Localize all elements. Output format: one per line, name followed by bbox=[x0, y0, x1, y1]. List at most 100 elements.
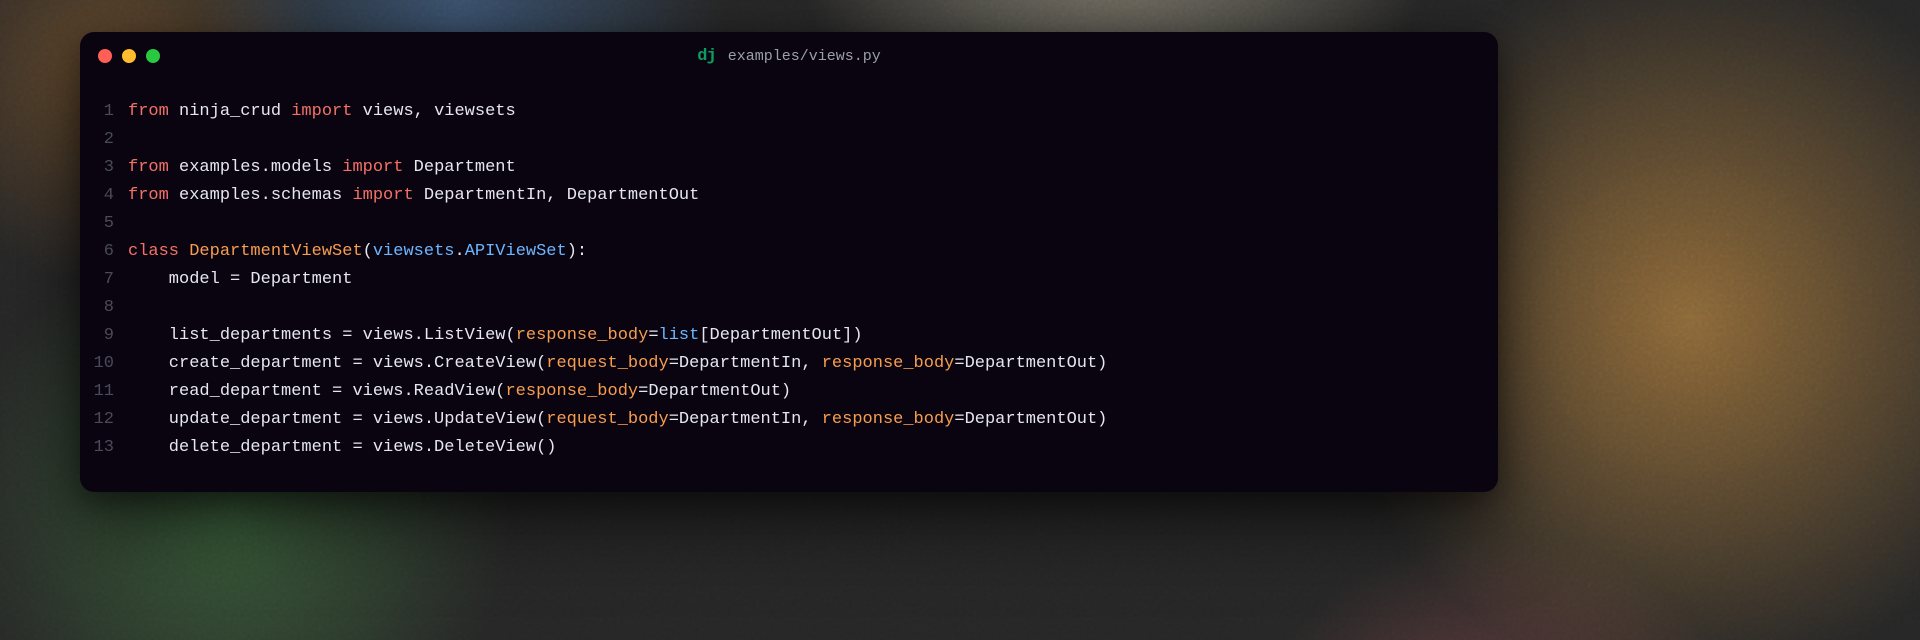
token: viewsets bbox=[373, 242, 455, 261]
code-line: 1from ninja_crud import views, viewsets bbox=[80, 98, 1498, 126]
code-line: 8 bbox=[80, 294, 1498, 322]
token: = bbox=[669, 354, 679, 373]
token: import bbox=[352, 186, 423, 205]
code-content: class DepartmentViewSet(viewsets.APIView… bbox=[128, 238, 587, 266]
token: delete_department bbox=[128, 438, 352, 457]
token: = bbox=[638, 382, 648, 401]
token: views.CreateView( bbox=[363, 354, 547, 373]
token: model bbox=[128, 270, 230, 289]
token: APIViewSet bbox=[465, 242, 567, 261]
token: from bbox=[128, 186, 179, 205]
line-number: 4 bbox=[80, 182, 128, 210]
line-number: 7 bbox=[80, 266, 128, 294]
token: response_body bbox=[505, 382, 638, 401]
line-number: 2 bbox=[80, 126, 128, 154]
line-number: 10 bbox=[80, 350, 128, 378]
token: examples.models bbox=[179, 158, 342, 177]
token: = bbox=[648, 326, 658, 345]
window-title: dj examples/views.py bbox=[697, 47, 880, 66]
token: from bbox=[128, 102, 179, 121]
code-line: 12 update_department = views.UpdateView(… bbox=[80, 406, 1498, 434]
token: = bbox=[669, 410, 679, 429]
code-content: read_department = views.ReadView(respons… bbox=[128, 378, 791, 406]
token: DepartmentIn, bbox=[679, 354, 822, 373]
token: = bbox=[954, 410, 964, 429]
token: response_body bbox=[516, 326, 649, 345]
token: examples.schemas bbox=[179, 186, 352, 205]
code-line: 3from examples.models import Department bbox=[80, 154, 1498, 182]
line-number: 8 bbox=[80, 294, 128, 322]
line-number: 5 bbox=[80, 210, 128, 238]
token: from bbox=[128, 158, 179, 177]
code-line: 11 read_department = views.ReadView(resp… bbox=[80, 378, 1498, 406]
token: import bbox=[342, 158, 413, 177]
code-window: dj examples/views.py 1from ninja_crud im… bbox=[80, 32, 1498, 492]
code-line: 10 create_department = views.CreateView(… bbox=[80, 350, 1498, 378]
code-line: 6class DepartmentViewSet(viewsets.APIVie… bbox=[80, 238, 1498, 266]
line-number: 3 bbox=[80, 154, 128, 182]
minimize-icon[interactable] bbox=[122, 49, 136, 63]
token: views, viewsets bbox=[363, 102, 516, 121]
token: views.ListView( bbox=[352, 326, 515, 345]
token: ninja_crud bbox=[179, 102, 291, 121]
token: update_department bbox=[128, 410, 352, 429]
django-icon: dj bbox=[697, 47, 715, 66]
code-line: 2 bbox=[80, 126, 1498, 154]
token: DepartmentIn, bbox=[679, 410, 822, 429]
token: response_body bbox=[822, 410, 955, 429]
traffic-lights bbox=[98, 49, 160, 63]
token: DepartmentOut) bbox=[648, 382, 791, 401]
window-titlebar: dj examples/views.py bbox=[80, 32, 1498, 80]
line-number: 13 bbox=[80, 434, 128, 462]
token: views.DeleteView() bbox=[363, 438, 557, 457]
code-content: list_departments = views.ListView(respon… bbox=[128, 322, 863, 350]
token: DepartmentViewSet bbox=[189, 242, 362, 261]
token: request_body bbox=[546, 410, 668, 429]
line-number: 1 bbox=[80, 98, 128, 126]
token: import bbox=[291, 102, 362, 121]
token: list bbox=[659, 326, 700, 345]
token: . bbox=[454, 242, 464, 261]
code-content: update_department = views.UpdateView(req… bbox=[128, 406, 1107, 434]
code-line: 5 bbox=[80, 210, 1498, 238]
token: views.ReadView( bbox=[342, 382, 505, 401]
token: create_department bbox=[128, 354, 352, 373]
line-number: 11 bbox=[80, 378, 128, 406]
token: list_departments bbox=[128, 326, 342, 345]
token: DepartmentOut) bbox=[965, 354, 1108, 373]
token: Department bbox=[240, 270, 352, 289]
code-editor: 1from ninja_crud import views, viewsets2… bbox=[80, 80, 1498, 486]
code-line: 9 list_departments = views.ListView(resp… bbox=[80, 322, 1498, 350]
token: = bbox=[352, 410, 362, 429]
token: = bbox=[230, 270, 240, 289]
token: class bbox=[128, 242, 189, 261]
token: DepartmentOut) bbox=[965, 410, 1108, 429]
token: = bbox=[352, 354, 362, 373]
token: DepartmentIn, DepartmentOut bbox=[424, 186, 699, 205]
code-content: from examples.schemas import DepartmentI… bbox=[128, 182, 699, 210]
token: = bbox=[352, 438, 362, 457]
token: ): bbox=[567, 242, 587, 261]
file-path: examples/views.py bbox=[728, 48, 881, 65]
token: = bbox=[332, 382, 342, 401]
token: response_body bbox=[822, 354, 955, 373]
code-line: 4from examples.schemas import Department… bbox=[80, 182, 1498, 210]
maximize-icon[interactable] bbox=[146, 49, 160, 63]
close-icon[interactable] bbox=[98, 49, 112, 63]
line-number: 12 bbox=[80, 406, 128, 434]
token: Department bbox=[414, 158, 516, 177]
line-number: 6 bbox=[80, 238, 128, 266]
token: = bbox=[342, 326, 352, 345]
code-content: from ninja_crud import views, viewsets bbox=[128, 98, 516, 126]
token: ( bbox=[363, 242, 373, 261]
token: read_department bbox=[128, 382, 332, 401]
code-content: delete_department = views.DeleteView() bbox=[128, 434, 556, 462]
code-content: from examples.models import Department bbox=[128, 154, 516, 182]
code-line: 13 delete_department = views.DeleteView(… bbox=[80, 434, 1498, 462]
token: [DepartmentOut]) bbox=[699, 326, 862, 345]
code-line: 7 model = Department bbox=[80, 266, 1498, 294]
token: request_body bbox=[546, 354, 668, 373]
code-content: create_department = views.CreateView(req… bbox=[128, 350, 1107, 378]
token: views.UpdateView( bbox=[363, 410, 547, 429]
token: = bbox=[954, 354, 964, 373]
